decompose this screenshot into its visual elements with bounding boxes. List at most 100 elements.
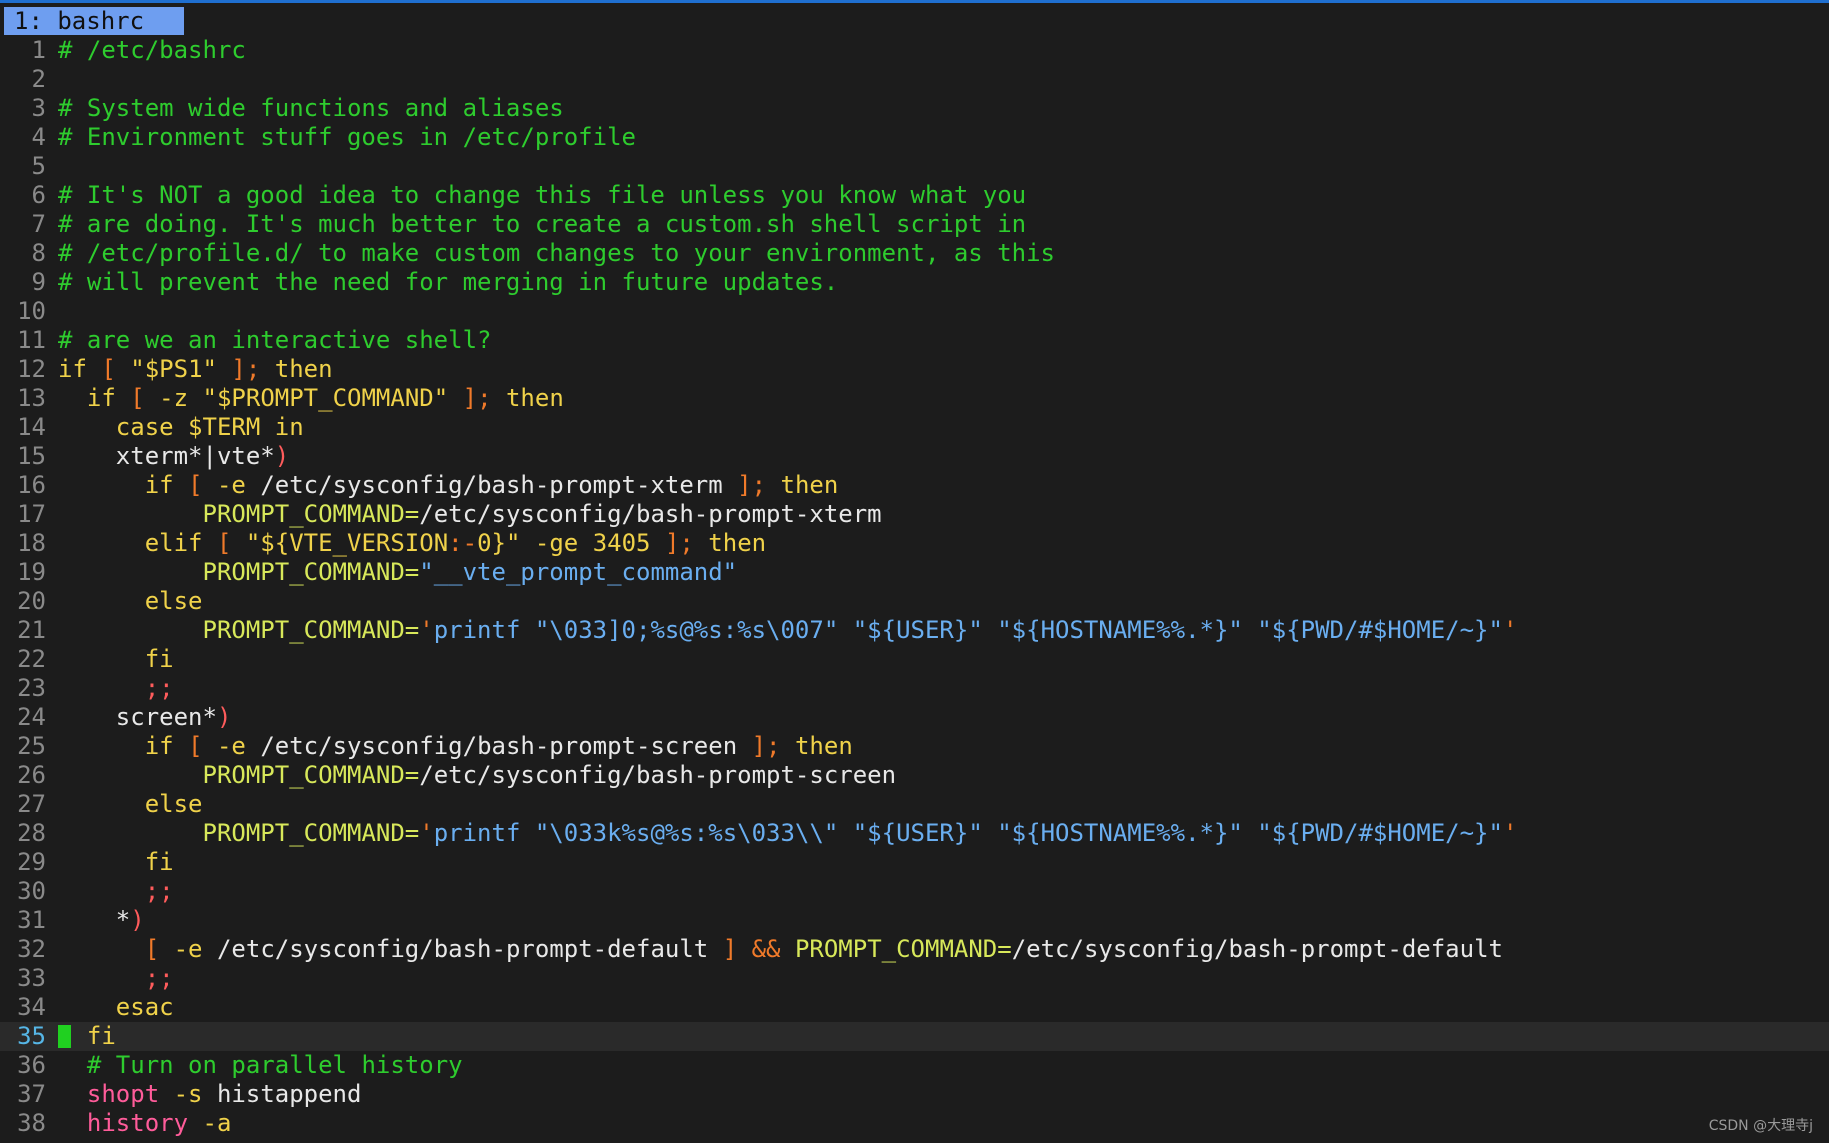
code-text: ;; xyxy=(58,674,174,703)
code-line[interactable]: 37 shopt -s histappend xyxy=(0,1080,1829,1109)
line-number: 17 xyxy=(17,500,46,528)
code-text: # /etc/profile.d/ to make custom changes… xyxy=(58,239,1055,268)
code-text: xterm*|vte*) xyxy=(58,442,289,471)
code-token: # /etc/bashrc xyxy=(58,36,246,64)
code-line[interactable]: 36 # Turn on parallel history xyxy=(0,1051,1829,1080)
code-token: /etc/sysconfig/bash-prompt-default xyxy=(202,935,723,963)
code-line[interactable]: 19 PROMPT_COMMAND="__vte_prompt_command" xyxy=(0,558,1829,587)
code-line[interactable]: 31 *) xyxy=(0,906,1829,935)
code-token: PROMPT_COMMAND= xyxy=(794,935,1012,963)
code-line[interactable]: 1 # /etc/bashrc xyxy=(0,36,1829,65)
code-line[interactable]: 18 elif [ "${VTE_VERSION:-0}" -ge 3405 ]… xyxy=(0,529,1829,558)
code-token: else xyxy=(144,587,203,615)
code-text: if [ "$PS1" ]; then xyxy=(58,355,333,384)
code-line[interactable]: 8 # /etc/profile.d/ to make custom change… xyxy=(0,239,1829,268)
code-token: # will prevent the need for merging in f… xyxy=(58,268,839,296)
code-line[interactable]: 29 fi xyxy=(0,848,1829,877)
code-token: && xyxy=(751,935,781,963)
code-line[interactable]: 32 [ -e /etc/sysconfig/bash-prompt-defau… xyxy=(0,935,1829,964)
line-number: 16 xyxy=(17,471,46,499)
line-number: 27 xyxy=(17,790,46,818)
code-line[interactable]: 17 PROMPT_COMMAND=/etc/sysconfig/bash-pr… xyxy=(0,500,1829,529)
code-text: fi xyxy=(58,645,174,674)
code-line[interactable]: 38 history -a xyxy=(0,1109,1829,1138)
code-token: if xyxy=(144,471,174,499)
code-line[interactable]: 13 if [ -z "$PROMPT_COMMAND" ]; then xyxy=(0,384,1829,413)
code-line[interactable]: 11 # are we an interactive shell? xyxy=(0,326,1829,355)
line-number: 25 xyxy=(17,732,46,760)
code-line[interactable]: 12 if [ "$PS1" ]; then xyxy=(0,355,1829,384)
code-text: ;; xyxy=(58,877,174,906)
code-token: 0}" xyxy=(477,529,521,557)
code-text: fi xyxy=(58,1022,116,1051)
code-token: /etc/sysconfig/bash-prompt-screen xyxy=(419,761,897,789)
code-token: shopt xyxy=(86,1080,160,1108)
code-line[interactable]: 5 xyxy=(0,152,1829,181)
code-token: fi xyxy=(144,645,174,673)
code-token: [ xyxy=(144,935,160,963)
code-line[interactable]: 34 esac xyxy=(0,993,1829,1022)
code-line[interactable]: 20 else xyxy=(0,587,1829,616)
code-token: then xyxy=(708,529,767,557)
line-number: 35 xyxy=(17,1022,46,1050)
code-line[interactable]: 35 fi xyxy=(0,1022,1829,1051)
code-line[interactable]: 14 case $TERM in xyxy=(0,413,1829,442)
code-line[interactable]: 9 # will prevent the need for merging in … xyxy=(0,268,1829,297)
line-number: 23 xyxy=(17,674,46,702)
code-token: if xyxy=(86,384,116,412)
line-number: 29 xyxy=(17,848,46,876)
code-text: # System wide functions and aliases xyxy=(58,94,564,123)
code-line[interactable]: 26 PROMPT_COMMAND=/etc/sysconfig/bash-pr… xyxy=(0,761,1829,790)
code-token: ) xyxy=(216,703,232,731)
code-line[interactable]: 2 xyxy=(0,65,1829,94)
code-token: fi xyxy=(86,1022,116,1050)
line-number: 7 xyxy=(31,210,46,238)
line-number: 8 xyxy=(31,239,46,267)
code-token: xterm*|vte* xyxy=(58,442,275,470)
code-line[interactable]: 15 xterm*|vte*) xyxy=(0,442,1829,471)
code-line[interactable]: 21 PROMPT_COMMAND='printf "\033]0;%s@%s:… xyxy=(0,616,1829,645)
code-text: *) xyxy=(58,906,145,935)
code-line[interactable]: 4 # Environment stuff goes in /etc/profil… xyxy=(0,123,1829,152)
code-token: # System wide functions and aliases xyxy=(58,94,564,122)
code-token: if xyxy=(58,355,87,383)
code-token: ) xyxy=(274,442,290,470)
code-line[interactable]: 3 # System wide functions and aliases xyxy=(0,94,1829,123)
code-line[interactable]: 30 ;; xyxy=(0,877,1829,906)
code-line[interactable]: 23 ;; xyxy=(0,674,1829,703)
code-line[interactable]: 24 screen*) xyxy=(0,703,1829,732)
tab-bashrc[interactable]: 1: bashrc xyxy=(4,7,184,35)
code-text: elif [ "${VTE_VERSION:-0}" -ge 3405 ]; t… xyxy=(58,529,766,558)
code-line[interactable]: 28 PROMPT_COMMAND='printf "\033k%s@%s:%s… xyxy=(0,819,1829,848)
code-token: elif xyxy=(144,529,203,557)
editor-buffer[interactable]: 1 # /etc/bashrc 2 3 # System wide functions … xyxy=(0,36,1829,1138)
code-line[interactable]: 33 ;; xyxy=(0,964,1829,993)
code-token: then xyxy=(794,732,853,760)
code-line[interactable]: 7 # are doing. It's much better to create… xyxy=(0,210,1829,239)
code-token: ]; xyxy=(462,384,492,412)
code-line[interactable]: 16 if [ -e /etc/sysconfig/bash-prompt-xt… xyxy=(0,471,1829,500)
code-line[interactable]: 27 else xyxy=(0,790,1829,819)
code-line[interactable]: 10 xyxy=(0,297,1829,326)
code-line[interactable]: 25 if [ -e /etc/sysconfig/bash-prompt-sc… xyxy=(0,732,1829,761)
code-text: case $TERM in xyxy=(58,413,304,442)
code-token: /etc/sysconfig/bash-prompt-default xyxy=(1011,935,1503,963)
code-line[interactable]: 22 fi xyxy=(0,645,1829,674)
code-line[interactable]: 6 # It's NOT a good idea to change this f… xyxy=(0,181,1829,210)
